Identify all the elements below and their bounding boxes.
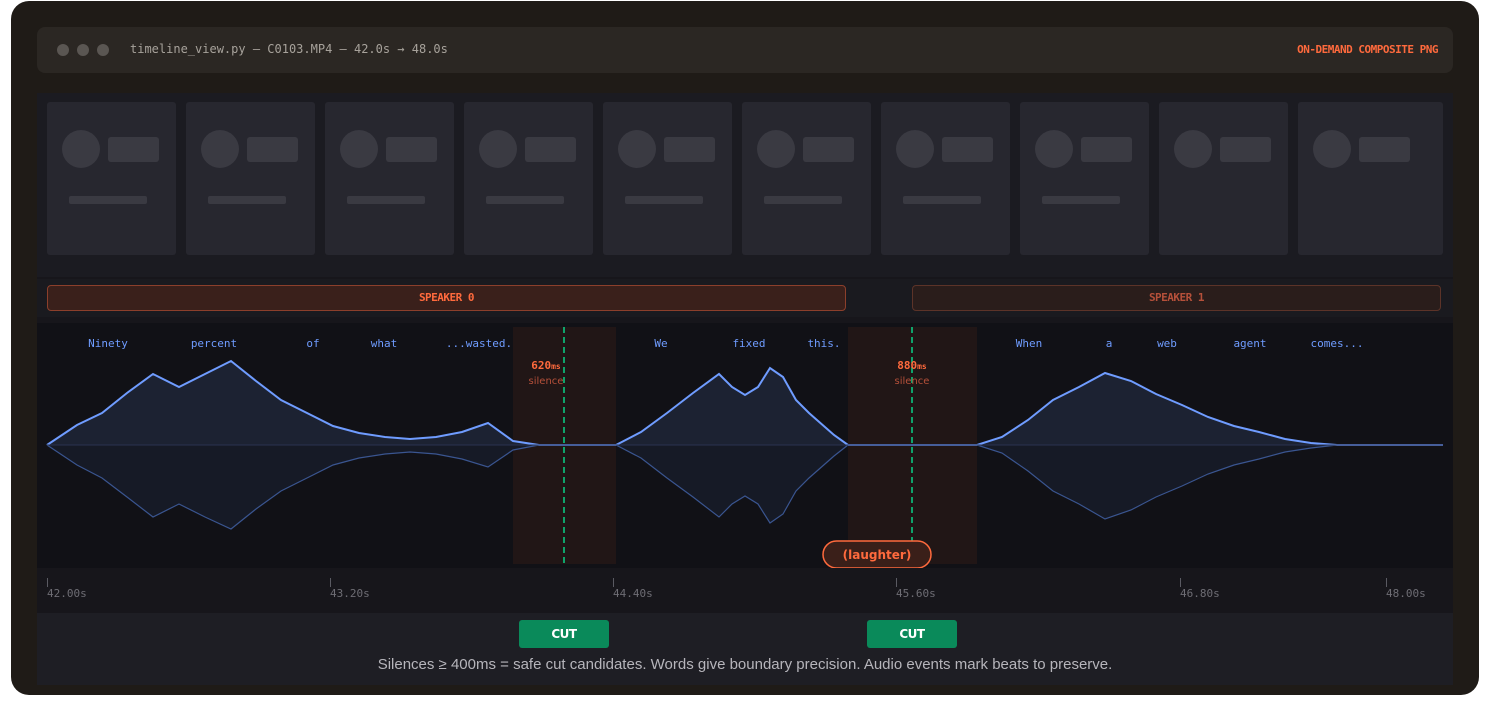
- frame-placeholder-box: [664, 137, 715, 162]
- frame-placeholder-box: [1081, 137, 1132, 162]
- frame-placeholder-circle: [1174, 130, 1212, 168]
- waveform-top-fill: [47, 361, 1443, 445]
- frame-placeholder-circle: [201, 130, 239, 168]
- frame-placeholder-bar: [347, 196, 425, 204]
- app-window: timeline_view.py — C0103.MP4 — 42.0s → 4…: [11, 1, 1479, 695]
- silence-label-2: silence: [895, 376, 930, 387]
- audio-event-label: (laughter): [843, 548, 912, 562]
- frame-placeholder-bar: [903, 196, 981, 204]
- video-frame-thumbnail[interactable]: [1020, 102, 1149, 255]
- frame-placeholder-circle: [757, 130, 795, 168]
- ruler-label: 45.60s: [896, 587, 936, 600]
- cut-button-1[interactable]: CUT: [519, 620, 609, 648]
- frame-placeholder-circle: [479, 130, 517, 168]
- ruler-label: 44.40s: [613, 587, 653, 600]
- window-maximize-dot[interactable]: [97, 44, 109, 56]
- word-label[interactable]: Ninety: [88, 337, 128, 350]
- timeline-panel: SPEAKER 0 SPEAKER 1 Ninety percent of wh…: [37, 93, 1453, 685]
- frame-placeholder-circle: [896, 130, 934, 168]
- speaker-track: SPEAKER 0 SPEAKER 1: [37, 279, 1453, 317]
- waveform-track[interactable]: Ninety percent of what ...wasted. We fix…: [37, 323, 1453, 568]
- video-frame-thumbnail[interactable]: [603, 102, 732, 255]
- ruler-tick: [613, 578, 614, 587]
- cut-button-2[interactable]: CUT: [867, 620, 957, 648]
- word-label[interactable]: this.: [807, 337, 840, 350]
- word-label[interactable]: fixed: [732, 337, 765, 350]
- word-label[interactable]: percent: [191, 337, 237, 350]
- silence-label-1: silence: [529, 376, 564, 387]
- frame-strip: [37, 93, 1453, 277]
- frame-placeholder-bar: [208, 196, 286, 204]
- video-frame-thumbnail[interactable]: [47, 102, 176, 255]
- cut-bar: CUT CUT Silences ≥ 400ms = safe cut cand…: [37, 613, 1453, 685]
- title-bar: timeline_view.py — C0103.MP4 — 42.0s → 4…: [37, 27, 1453, 73]
- frame-placeholder-circle: [62, 130, 100, 168]
- composite-badge: ON-DEMAND COMPOSITE PNG: [1297, 43, 1438, 56]
- speaker-1-segment[interactable]: SPEAKER 1: [912, 285, 1441, 311]
- frame-placeholder-circle: [618, 130, 656, 168]
- word-label[interactable]: web: [1157, 337, 1177, 350]
- waveform-bottom-fill: [47, 445, 1443, 529]
- video-frame-thumbnail[interactable]: [325, 102, 454, 255]
- speaker-0-segment[interactable]: SPEAKER 0: [47, 285, 846, 311]
- frame-placeholder-bar: [764, 196, 842, 204]
- word-label[interactable]: of: [306, 337, 319, 350]
- word-label[interactable]: We: [654, 337, 667, 350]
- ruler-label: 42.00s: [47, 587, 87, 600]
- frame-placeholder-bar: [486, 196, 564, 204]
- window-title: timeline_view.py — C0103.MP4 — 42.0s → 4…: [130, 42, 448, 56]
- frame-placeholder-box: [1359, 137, 1410, 162]
- frame-placeholder-box: [942, 137, 993, 162]
- word-label[interactable]: ...wasted.: [446, 337, 512, 350]
- ruler-tick: [896, 578, 897, 587]
- frame-placeholder-bar: [1042, 196, 1120, 204]
- ruler-label: 48.00s: [1386, 587, 1426, 600]
- word-label[interactable]: what: [371, 337, 398, 350]
- video-frame-thumbnail[interactable]: [1159, 102, 1288, 255]
- ruler-tick: [47, 578, 48, 587]
- word-label[interactable]: agent: [1233, 337, 1266, 350]
- frame-placeholder-circle: [1313, 130, 1351, 168]
- frame-placeholder-box: [108, 137, 159, 162]
- frame-placeholder-circle: [340, 130, 378, 168]
- ruler-label: 46.80s: [1180, 587, 1220, 600]
- frame-placeholder-box: [525, 137, 576, 162]
- ruler-tick: [1180, 578, 1181, 587]
- video-frame-thumbnail[interactable]: [186, 102, 315, 255]
- video-frame-thumbnail[interactable]: [742, 102, 871, 255]
- frame-placeholder-bar: [69, 196, 147, 204]
- window-close-dot[interactable]: [57, 44, 69, 56]
- video-frame-thumbnail[interactable]: [1298, 102, 1443, 255]
- time-ruler[interactable]: 42.00s 43.20s 44.40s 45.60s 46.80s 48.00…: [37, 573, 1453, 613]
- frame-placeholder-box: [803, 137, 854, 162]
- ruler-tick: [330, 578, 331, 587]
- word-label[interactable]: comes...: [1311, 337, 1364, 350]
- frame-placeholder-box: [247, 137, 298, 162]
- video-frame-thumbnail[interactable]: [881, 102, 1010, 255]
- word-label[interactable]: When: [1016, 337, 1043, 350]
- caption-text: Silences ≥ 400ms = safe cut candidates. …: [377, 656, 1113, 673]
- frame-placeholder-circle: [1035, 130, 1073, 168]
- ruler-tick: [1386, 578, 1387, 587]
- frame-placeholder-box: [386, 137, 437, 162]
- ruler-label: 43.20s: [330, 587, 370, 600]
- word-label[interactable]: a: [1106, 337, 1113, 350]
- frame-placeholder-box: [1220, 137, 1271, 162]
- window-minimize-dot[interactable]: [77, 44, 89, 56]
- video-frame-thumbnail[interactable]: [464, 102, 593, 255]
- frame-placeholder-bar: [625, 196, 703, 204]
